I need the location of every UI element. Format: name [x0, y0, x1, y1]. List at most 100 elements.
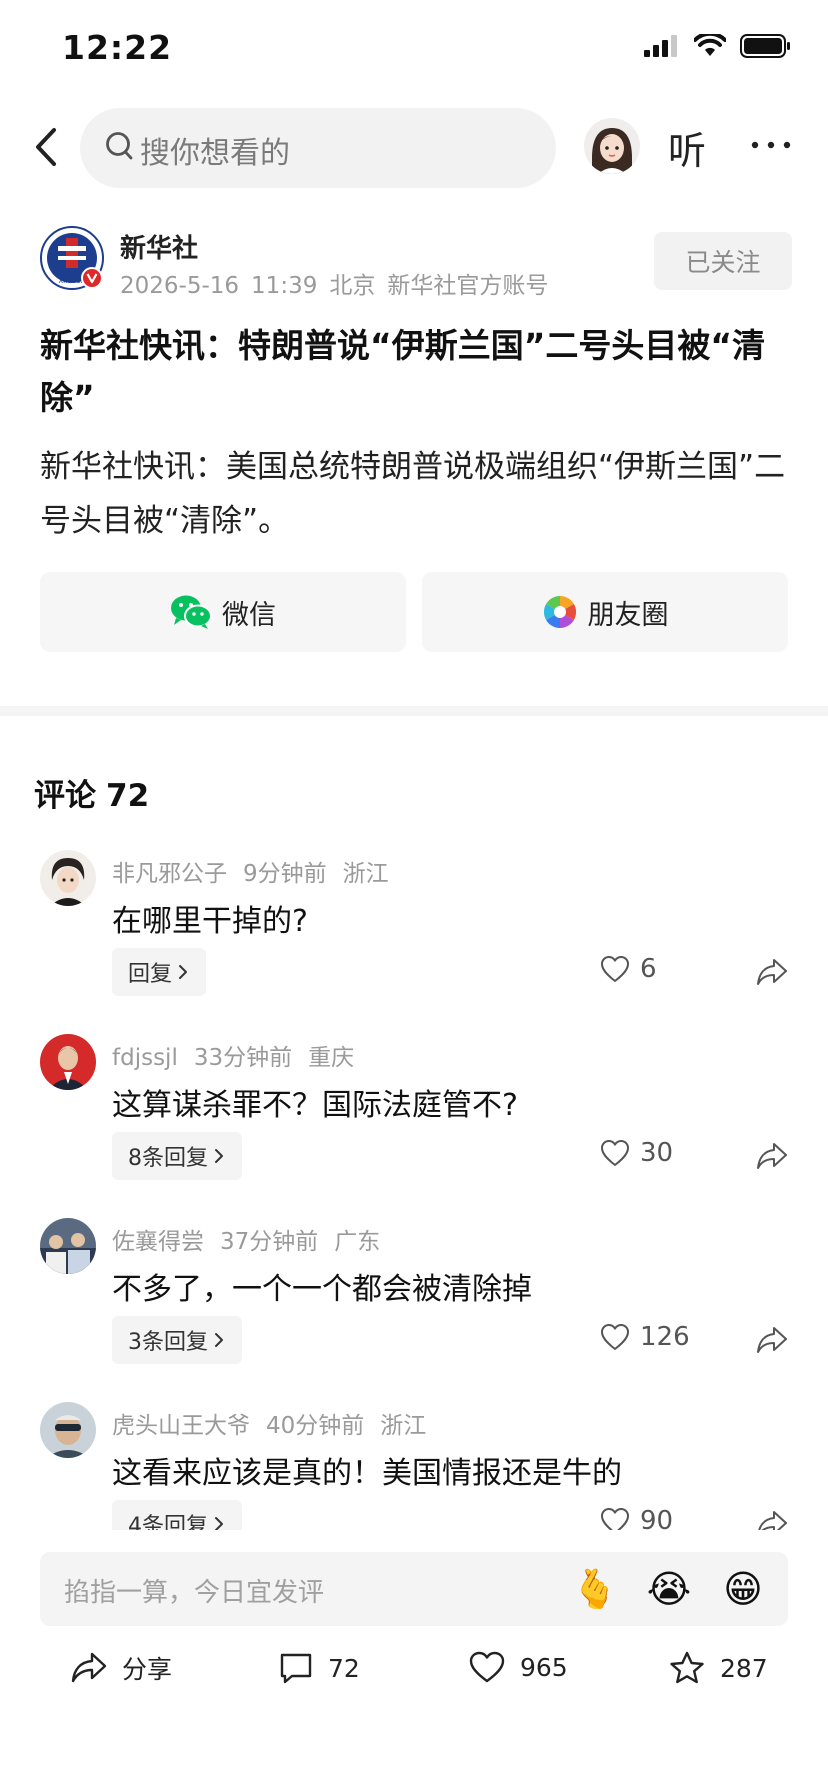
comment-text[interactable]: 这算谋杀罪不？国际法庭管不? [112, 1080, 518, 1124]
like-button[interactable]: 6 [600, 954, 657, 984]
battery-icon [740, 34, 790, 58]
like-button[interactable]: 126 [600, 1322, 690, 1352]
commenter-name[interactable]: 虎头山王大爷 [112, 1413, 250, 1439]
reply-button[interactable]: 4条回复 [112, 1500, 242, 1530]
moments-icon [543, 595, 576, 629]
reply-button[interactable]: 回复 [112, 948, 207, 996]
comment-meta: 虎头山王大爷 40分钟前 浙江 [112, 1406, 442, 1440]
wechat-icon [171, 595, 212, 629]
share-moments-button[interactable]: 朋友圈 [422, 572, 788, 652]
author-row: XINHUA 新华社 2026-5-16 11:39 北京 新华社官方账号 已关注 [40, 226, 792, 299]
comment-meta: 非凡邪公子 9分钟前 浙江 [112, 854, 405, 888]
more-icon [751, 141, 791, 149]
like-count: 126 [640, 1322, 690, 1352]
section-divider [0, 706, 828, 716]
grinning-emoji-icon[interactable]: 😁 [718, 1564, 768, 1614]
comments-header-count: 72 [106, 778, 150, 814]
share-wechat-button[interactable]: 微信 [40, 572, 406, 652]
top-nav: 搜你想看的 听 [0, 104, 828, 190]
commenter-avatar[interactable] [40, 1034, 96, 1090]
reply-label: 回复 [128, 962, 173, 987]
star-icon [670, 1651, 704, 1684]
wifi-icon [694, 34, 726, 56]
comment-item: fdjssjl 33分钟前 重庆 这算谋杀罪不？国际法庭管不? 8条回复 30 [0, 1024, 828, 1208]
share-arrow-icon [757, 1327, 787, 1353]
author-logo[interactable]: XINHUA [40, 226, 104, 290]
comment-meta: 佐襄得尝 37分钟前 广东 [112, 1222, 396, 1256]
comment-item: 佐襄得尝 37分钟前 广东 不多了，一个一个都会被清除掉 3条回复 126 [0, 1208, 828, 1392]
comment-time: 37分钟前 [220, 1229, 319, 1255]
listen-button[interactable]: 听 [668, 120, 706, 175]
search-input[interactable]: 搜你想看的 [80, 108, 556, 188]
comment-share-button[interactable] [756, 1508, 788, 1530]
heart-icon [601, 956, 629, 982]
comment-time: 33分钟前 [193, 1045, 293, 1071]
share-moments-label: 朋友圈 [587, 599, 669, 631]
avatar-image [40, 1218, 96, 1274]
reply-label: 4条回复 [128, 1514, 208, 1530]
chevron-right-icon [215, 1149, 223, 1163]
comment-input[interactable]: 掐指一算，今日宜发评 🫰 😭 😁 [40, 1552, 788, 1626]
comments-header-label: 评论 [34, 778, 96, 814]
status-time: 12:22 [62, 28, 173, 67]
commenter-name[interactable]: 佐襄得尝 [112, 1229, 204, 1255]
like-button[interactable]: 90 [600, 1506, 673, 1530]
comment-input-placeholder: 掐指一算，今日宜发评 [64, 1578, 325, 1608]
search-placeholder: 搜你想看的 [140, 136, 290, 171]
like-article-button[interactable]: 965 [468, 1650, 568, 1684]
back-button[interactable] [26, 122, 70, 172]
comment-share-button[interactable] [756, 956, 788, 988]
heart-icon [469, 1651, 505, 1683]
share-wechat-label: 微信 [222, 599, 276, 631]
crying-laughing-emoji-icon[interactable]: 😭 [644, 1564, 694, 1614]
finger-heart-emoji-icon[interactable]: 🫰 [570, 1564, 620, 1614]
publish-date: 2026-5-16 [120, 273, 240, 299]
search-icon [106, 132, 133, 160]
comment-text[interactable]: 这看来应该是真的！美国情报还是牛的 [112, 1448, 622, 1492]
comment-location: 浙江 [342, 861, 389, 887]
comments-button[interactable]: 72 [278, 1650, 360, 1686]
comment-text[interactable]: 不多了，一个一个都会被清除掉 [112, 1264, 532, 1308]
share-arrow-icon [757, 959, 787, 985]
chevron-right-icon [215, 1517, 223, 1530]
commenter-avatar[interactable] [40, 850, 96, 906]
article-title: 新华社快讯：特朗普说“伊斯兰国”二号头目被“清除” [40, 326, 766, 417]
author-name[interactable]: 新华社 [120, 228, 198, 265]
comment-time: 9分钟前 [243, 861, 327, 887]
avatar-image [40, 850, 96, 906]
commenter-avatar[interactable] [40, 1218, 96, 1274]
more-button[interactable] [746, 120, 796, 170]
share-arrow-icon [758, 1511, 787, 1530]
comment-meta: fdjssjl 33分钟前 重庆 [112, 1038, 370, 1072]
comment-bubble-icon [280, 1653, 312, 1684]
share-row: 微信 朋友圈 [40, 572, 788, 652]
cellular-signal-icon [644, 35, 677, 57]
user-avatar[interactable] [584, 118, 640, 174]
reply-label: 3条回复 [128, 1330, 208, 1355]
like-button[interactable]: 30 [600, 1138, 673, 1168]
reply-button[interactable]: 3条回复 [112, 1316, 242, 1364]
bottom-action-bar: 分享 72 965 287 [0, 1640, 828, 1704]
commenter-avatar[interactable] [40, 1402, 96, 1458]
favorite-button[interactable]: 287 [668, 1650, 768, 1686]
chevron-right-icon [179, 965, 188, 979]
publish-time: 11:39 [251, 273, 318, 299]
publish-location: 北京 [329, 273, 376, 299]
share-button[interactable]: 分享 [70, 1650, 172, 1686]
comments-header: 评论 72 [34, 770, 149, 815]
follow-button[interactable]: 已关注 [654, 232, 792, 290]
favorites-count: 287 [720, 1653, 768, 1683]
status-bar: 12:22 [0, 0, 828, 100]
comment-share-button[interactable] [756, 1324, 788, 1356]
comment-text[interactable]: 在哪里干掉的? [112, 896, 308, 940]
heart-icon [601, 1140, 629, 1166]
author-meta: 2026-5-16 11:39 北京 新华社官方账号 [120, 266, 560, 300]
heart-icon [601, 1324, 629, 1350]
like-count: 90 [640, 1506, 674, 1530]
commenter-name[interactable]: fdjssjl [112, 1045, 178, 1071]
comment-share-button[interactable] [756, 1140, 788, 1172]
share-arrow-icon [757, 1143, 787, 1169]
reply-button[interactable]: 8条回复 [112, 1132, 242, 1180]
commenter-name[interactable]: 非凡邪公子 [112, 861, 227, 887]
comments-list[interactable]: 非凡邪公子 9分钟前 浙江 在哪里干掉的? 回复 6 fdjssjl 33分钟前 重庆 [0, 840, 828, 1530]
